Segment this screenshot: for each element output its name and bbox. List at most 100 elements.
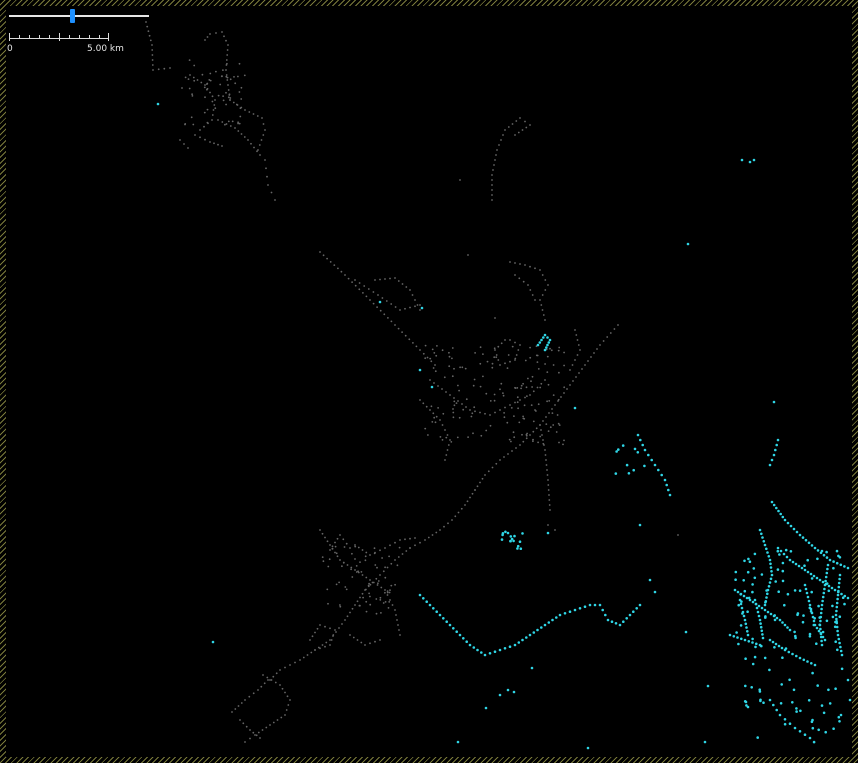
point-marker xyxy=(821,635,825,639)
point-marker xyxy=(614,472,618,475)
road-dot xyxy=(558,441,560,444)
road-dot xyxy=(261,117,263,119)
road-dot xyxy=(412,342,414,344)
point-marker xyxy=(810,577,814,580)
road-dot xyxy=(187,78,190,80)
road-dot xyxy=(544,319,546,321)
road-dot xyxy=(262,123,265,125)
road-dot xyxy=(520,387,522,390)
road-dot xyxy=(262,674,264,676)
road-dot xyxy=(529,434,531,436)
zoom-slider-thumb[interactable] xyxy=(70,9,75,23)
point-marker xyxy=(835,620,838,623)
point-marker xyxy=(519,547,523,550)
road-dot xyxy=(507,354,510,356)
road-dot xyxy=(284,666,286,669)
road-dot xyxy=(453,404,456,407)
point-marker xyxy=(638,603,642,607)
road-dot xyxy=(519,399,521,401)
road-dot xyxy=(409,306,411,309)
point-marker xyxy=(747,640,751,643)
road-dot xyxy=(361,549,364,551)
road-dot xyxy=(492,169,494,171)
road-dot xyxy=(359,596,361,599)
point-marker xyxy=(498,648,502,652)
road-dot xyxy=(502,134,504,136)
point-marker xyxy=(448,623,452,627)
road-dot xyxy=(188,87,191,90)
road-dot xyxy=(255,734,258,737)
point-marker xyxy=(765,596,768,599)
point-marker xyxy=(812,574,816,578)
point-marker xyxy=(832,727,835,730)
point-marker xyxy=(786,521,790,525)
point-marker xyxy=(760,573,764,576)
point-marker xyxy=(746,705,750,709)
road-dot xyxy=(516,387,519,389)
point-marker xyxy=(493,650,497,653)
point-marker xyxy=(753,655,757,659)
point-marker xyxy=(775,506,778,510)
road-dot xyxy=(394,306,397,308)
road-dot xyxy=(335,583,338,586)
road-dot xyxy=(509,404,511,406)
road-dot xyxy=(414,537,416,539)
point-marker xyxy=(812,623,816,627)
road-dot xyxy=(551,412,554,414)
point-marker xyxy=(735,631,738,634)
road-dot xyxy=(196,79,199,81)
road-dot xyxy=(435,531,438,534)
point-marker xyxy=(789,524,793,528)
road-dot xyxy=(511,345,514,348)
point-marker xyxy=(809,572,813,576)
road-dot xyxy=(405,550,408,552)
road-dot xyxy=(446,434,449,436)
road-dot xyxy=(346,564,349,566)
road-dot xyxy=(507,126,510,128)
point-marker xyxy=(755,642,758,646)
point-marker xyxy=(831,604,834,608)
road-dot xyxy=(414,299,416,301)
point-marker xyxy=(747,557,750,561)
road-dot xyxy=(525,434,528,437)
road-dot xyxy=(224,123,226,126)
point-marker xyxy=(798,589,802,592)
point-marker xyxy=(610,620,614,623)
point-marker xyxy=(835,601,839,605)
road-dot xyxy=(369,579,371,581)
point-marker xyxy=(766,610,770,614)
point-marker xyxy=(468,643,472,647)
road-dot xyxy=(576,339,579,341)
map-canvas[interactable] xyxy=(6,6,852,757)
point-marker xyxy=(740,600,743,603)
road-dot xyxy=(266,175,268,178)
road-dot xyxy=(321,532,324,535)
point-marker xyxy=(508,645,512,648)
road-dot xyxy=(480,434,483,437)
road-dot xyxy=(377,582,379,585)
point-marker xyxy=(686,242,690,246)
road-dot xyxy=(151,49,154,51)
zoom-slider[interactable] xyxy=(9,9,149,23)
road-dot xyxy=(486,360,489,363)
point-marker xyxy=(795,530,799,534)
point-marker xyxy=(846,678,850,682)
road-dot xyxy=(544,289,547,291)
point-marker xyxy=(838,720,841,723)
road-dot xyxy=(279,684,281,686)
road-dot xyxy=(549,426,552,429)
road-dot xyxy=(547,284,549,286)
road-dot xyxy=(541,434,543,436)
road-dot xyxy=(425,405,428,408)
road-dot xyxy=(419,399,421,401)
road-dot xyxy=(439,529,441,531)
road-dot xyxy=(552,424,555,426)
road-dot xyxy=(222,95,225,97)
road-dot xyxy=(437,385,439,387)
road-dot xyxy=(534,299,536,301)
road-dot xyxy=(539,435,542,438)
zoom-slider-track[interactable] xyxy=(9,15,149,17)
road-dot xyxy=(456,436,459,439)
point-marker xyxy=(647,453,650,457)
point-marker xyxy=(803,564,806,567)
